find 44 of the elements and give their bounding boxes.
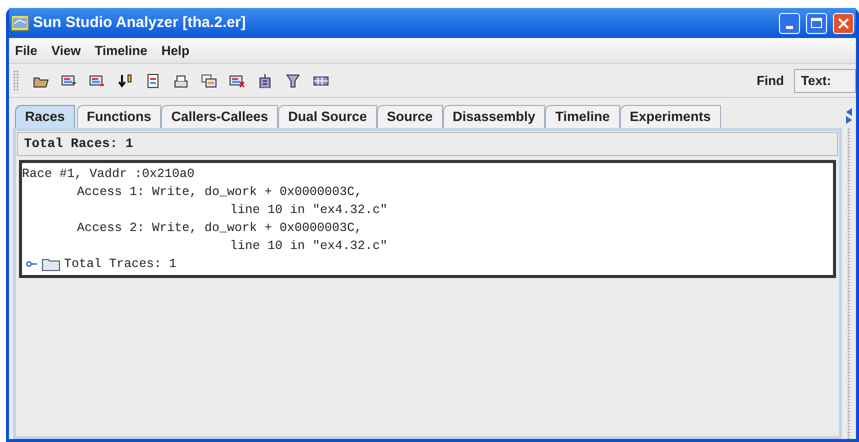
maximize-icon (811, 18, 822, 28)
table-remove-icon[interactable] (89, 74, 105, 88)
tab-scroll-left-icon[interactable] (846, 108, 852, 116)
tab[interactable]: Functions (76, 105, 162, 128)
access-location: line 10 in "ex4.32.c" (230, 238, 388, 255)
table-add-icon[interactable] (61, 74, 77, 88)
printer-icon[interactable] (173, 74, 189, 88)
tab[interactable]: Callers-Callees (161, 105, 278, 128)
tab[interactable]: Disassembly (442, 105, 546, 128)
find-text-field[interactable]: Text: (794, 68, 856, 92)
menu-item[interactable]: Help (161, 40, 190, 60)
menu-item[interactable]: View (51, 40, 81, 60)
menu-item[interactable]: Timeline (94, 40, 148, 60)
tab[interactable]: Experiments (620, 105, 721, 128)
race-header: Race #1, Vaddr :0x210a0 (22, 166, 195, 183)
app-icon (11, 15, 29, 31)
find-text-label: Text: (801, 72, 832, 90)
window-title: Sun Studio Analyzer [tha.2.er] (33, 12, 246, 33)
sort-icon[interactable] (117, 74, 133, 88)
tree-toggle-icon[interactable] (26, 260, 38, 268)
total-traces-label[interactable]: Total Traces: 1 (64, 255, 177, 273)
minimize-button[interactable] (779, 12, 800, 34)
close-button[interactable] (833, 12, 854, 34)
maximize-button[interactable] (806, 12, 827, 34)
close-icon (838, 18, 849, 28)
total-races-label: Total Races: 1 (24, 135, 134, 154)
windows-icon[interactable] (201, 74, 217, 88)
tab[interactable]: Dual Source (278, 105, 377, 128)
access-line: Access 2: Write, do_work + 0x0000003C, (77, 220, 362, 237)
toolbar-grip (13, 70, 19, 92)
access-line: Access 1: Write, do_work + 0x0000003C, (77, 184, 362, 201)
grid-icon[interactable] (313, 74, 329, 88)
table-delete-icon[interactable] (229, 74, 245, 88)
menu-item[interactable]: File (15, 40, 38, 60)
access-location: line 10 in "ex4.32.c" (230, 202, 388, 219)
minimize-icon (786, 26, 793, 28)
tab[interactable]: Source (376, 105, 443, 128)
find-label: Find (756, 72, 784, 90)
document-icon[interactable] (145, 74, 161, 88)
tab-scroll-right-icon[interactable] (846, 116, 852, 124)
filter-icon[interactable] (285, 74, 301, 88)
folder-icon (42, 257, 60, 271)
tab[interactable]: Timeline (545, 105, 620, 128)
tab[interactable]: Races (15, 105, 75, 128)
